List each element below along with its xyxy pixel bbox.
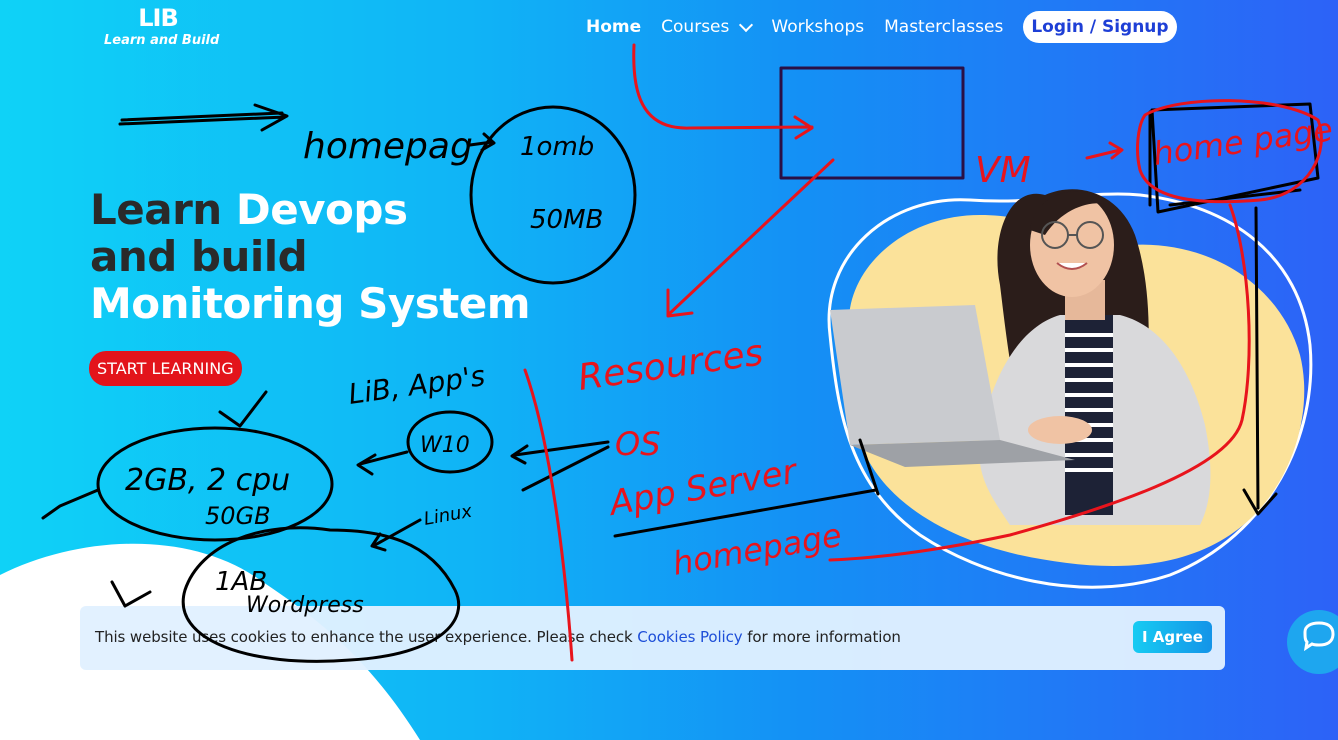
chat-icon xyxy=(1303,621,1335,652)
brand-name: Learn and Build xyxy=(104,33,220,48)
cookie-text-before: This website uses cookies to enhance the… xyxy=(95,628,638,646)
hw-sdk: 50GB xyxy=(205,502,271,530)
nav-courses-label: Courses xyxy=(661,17,730,37)
hw-os: OS xyxy=(615,425,661,463)
cookie-banner: This website uses cookies to enhance the… xyxy=(80,606,1225,670)
nav-masterclasses[interactable]: Masterclasses xyxy=(884,17,1003,37)
chevron-down-icon xyxy=(739,17,754,32)
hw-circle-top: 1omb xyxy=(520,132,594,162)
headline-learn: Learn xyxy=(90,185,236,234)
hw-ram-cpu: 2GB, 2 cpu xyxy=(125,463,290,498)
cookie-message: This website uses cookies to enhance the… xyxy=(95,628,901,646)
hw-w10: W10 xyxy=(420,433,470,458)
headline-and-build: and build xyxy=(90,232,308,281)
hw-app-server: App Server xyxy=(605,451,802,524)
hw-homepag: homepag xyxy=(303,126,473,167)
hero-illustration xyxy=(827,189,1313,589)
brand-logo[interactable]: LIB Learn and Build xyxy=(104,4,224,48)
hero-headline: Learn Devops and build Monitoring System xyxy=(90,185,531,328)
headline-devops: Devops xyxy=(235,185,408,234)
start-learning-button[interactable]: START LEARNING xyxy=(89,351,242,386)
nav-workshops[interactable]: Workshops xyxy=(771,17,864,37)
login-signup-button[interactable]: Login / Signup xyxy=(1023,11,1177,43)
nav-courses[interactable]: Courses xyxy=(661,17,754,37)
chat-widget-button[interactable] xyxy=(1287,610,1338,674)
cookie-text-after: for more information xyxy=(742,628,901,646)
hw-homepage-right: home page xyxy=(1151,110,1335,173)
hw-lib-apps: LiB, App's xyxy=(346,359,487,411)
cookies-policy-link[interactable]: Cookies Policy xyxy=(637,628,742,646)
main-nav: Home Courses Workshops Masterclasses Log… xyxy=(586,10,1177,44)
brand-mark: LIB xyxy=(138,4,179,32)
i-agree-button[interactable]: I Agree xyxy=(1133,621,1212,653)
hw-linux: Linux xyxy=(422,501,474,530)
headline-monitoring-system: Monitoring System xyxy=(90,279,531,328)
hw-resources: Resources xyxy=(576,332,766,399)
nav-home[interactable]: Home xyxy=(586,17,641,37)
hw-circle-bottom: 50MB xyxy=(530,205,603,235)
